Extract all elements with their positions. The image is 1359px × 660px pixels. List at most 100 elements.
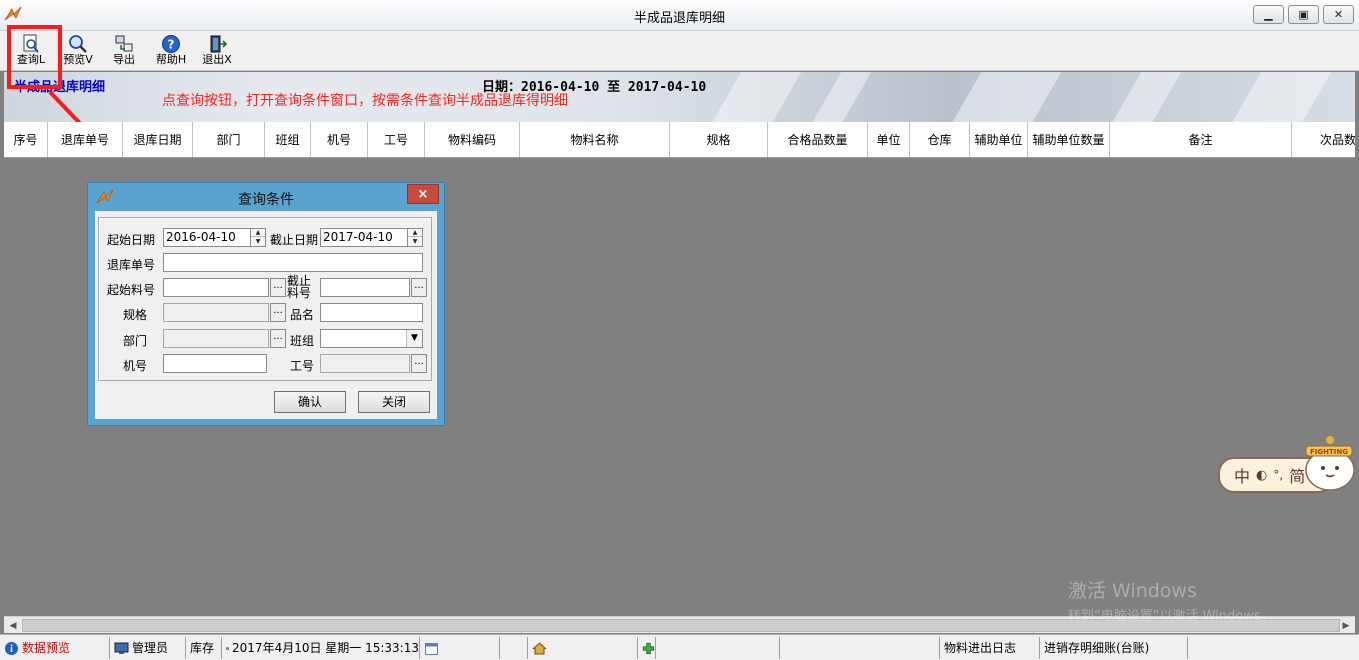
spin-down-icon[interactable]: ▼: [251, 238, 265, 246]
start-date-input[interactable]: 2016-04-10: [163, 228, 251, 247]
end-material-browse-button[interactable]: ...: [411, 278, 427, 297]
department-input[interactable]: [163, 329, 269, 348]
team-label: 班组: [290, 334, 315, 348]
product-name-label: 品名: [290, 308, 315, 322]
employee-no-label: 工号: [290, 359, 315, 373]
window-titlebar: 半成品退库明细 ▁ ▣ ✕: [0, 0, 1359, 31]
column-header[interactable]: 合格品数量: [768, 122, 868, 157]
column-header[interactable]: 退库日期: [123, 122, 193, 157]
column-header[interactable]: 备注: [1110, 122, 1292, 157]
annotation-text: 点查询按钮，打开查询条件窗口，按需条件查询半成品退库得明细: [162, 93, 568, 109]
log-label: 物料进出日志: [944, 641, 1017, 655]
clock-icon: [226, 646, 229, 650]
status-empty-segment: [500, 637, 528, 659]
preview-button[interactable]: 预览V: [57, 33, 99, 69]
column-header[interactable]: 次品数: [1292, 122, 1355, 157]
spec-label: 规格: [123, 308, 148, 322]
punctuation-icon[interactable]: °,: [1273, 468, 1283, 482]
status-home[interactable]: [528, 637, 638, 659]
computer-icon: [114, 642, 129, 654]
column-header[interactable]: 仓库: [910, 122, 970, 157]
spec-input[interactable]: [163, 303, 269, 322]
employee-no-browse-button[interactable]: ...: [411, 354, 427, 373]
highlight-box: [7, 25, 62, 89]
return-no-input[interactable]: [163, 253, 423, 272]
column-header[interactable]: 物料名称: [520, 122, 670, 157]
department-browse-button[interactable]: ...: [270, 329, 286, 348]
ime-mode-label[interactable]: 中: [1234, 463, 1250, 487]
column-header[interactable]: 部门: [193, 122, 265, 157]
minimize-icon: ▁: [1264, 8, 1273, 21]
maximize-button[interactable]: ▣: [1288, 5, 1319, 24]
dialog-close-button[interactable]: ×: [407, 184, 439, 204]
end-material-input[interactable]: [320, 278, 410, 297]
window-title: 半成品退库明细: [633, 11, 725, 26]
query-dialog: 查询条件 × 起始日期 2016-04-10 ▲ ▼ 截止日期 2017-04-…: [87, 182, 445, 426]
exit-button[interactable]: 退出X: [196, 33, 238, 69]
scroll-left-icon[interactable]: ◀: [5, 618, 21, 633]
toolbar: 查询L 预览V 导出 ? 帮助H 退出X: [0, 31, 1359, 71]
column-header[interactable]: 工号: [368, 122, 425, 157]
ime-mascot-icon: FIGHTING: [1305, 436, 1355, 491]
activation-watermark: 激活 Windows 转到“电脑设置”以激活 Windows。: [1068, 576, 1274, 624]
confirm-button[interactable]: 确认: [274, 391, 346, 413]
status-user: 管理员: [110, 637, 186, 659]
spec-browse-button[interactable]: ...: [270, 303, 286, 322]
export-button[interactable]: 导出: [103, 33, 145, 69]
user-label: 管理员: [132, 641, 169, 655]
column-header[interactable]: 辅助单位数量: [1028, 122, 1110, 157]
column-header[interactable]: 序号: [4, 122, 48, 157]
watermark-line2: 转到“电脑设置”以激活 Windows。: [1068, 609, 1274, 624]
close-button[interactable]: 关闭: [358, 391, 430, 413]
exit-door-icon: [210, 35, 227, 53]
spin-up-icon[interactable]: ▲: [251, 229, 265, 237]
column-header[interactable]: 单位: [868, 122, 910, 157]
ledger-label: 进销存明细账(台账): [1044, 641, 1150, 655]
return-no-label: 退库单号: [107, 258, 156, 272]
status-log[interactable]: 物料进出日志: [940, 637, 1040, 659]
plus-icon: [642, 642, 655, 654]
help-button[interactable]: ? 帮助H: [150, 33, 192, 69]
column-header[interactable]: 规格: [670, 122, 768, 157]
end-date-spinner[interactable]: ▲ ▼: [407, 228, 423, 247]
status-empty-segment: [656, 637, 780, 659]
column-header[interactable]: 退库单号: [48, 122, 123, 157]
status-add[interactable]: [638, 637, 656, 659]
status-calendar[interactable]: [420, 637, 500, 659]
status-ledger[interactable]: 进销存明细账(台账): [1040, 637, 1188, 659]
watermark-line1: 激活 Windows: [1068, 580, 1197, 602]
status-datetime: 2017年4月10日 星期一 15:33:13: [222, 637, 420, 659]
column-header[interactable]: 机号: [311, 122, 368, 157]
close-icon: ×: [417, 186, 429, 202]
data-preview-label: 数据预览: [22, 641, 71, 655]
product-name-input[interactable]: [320, 303, 423, 322]
department-label: 部门: [123, 334, 148, 348]
status-data-preview[interactable]: 数据预览: [0, 637, 110, 659]
export-label: 导出: [113, 53, 135, 66]
dialog-title: 查询条件: [238, 192, 294, 208]
chevron-down-icon[interactable]: ▼: [406, 330, 422, 347]
moon-icon[interactable]: ◐: [1256, 468, 1267, 483]
dialog-titlebar[interactable]: 查询条件 ×: [88, 183, 444, 211]
start-material-input[interactable]: [163, 278, 269, 297]
machine-no-input[interactable]: [163, 354, 267, 373]
close-window-button[interactable]: ✕: [1323, 5, 1354, 24]
magnifier-icon: [69, 35, 87, 53]
minimize-button[interactable]: ▁: [1253, 5, 1284, 24]
employee-no-input[interactable]: [320, 354, 410, 373]
spin-down-icon[interactable]: ▼: [408, 238, 422, 246]
scroll-right-icon[interactable]: ▶: [1338, 618, 1354, 633]
column-header[interactable]: 辅助单位: [970, 122, 1028, 157]
restore-icon: ▣: [1298, 8, 1309, 21]
start-date-spinner[interactable]: ▲ ▼: [250, 228, 266, 247]
end-date-input[interactable]: 2017-04-10: [320, 228, 408, 247]
end-material-label-line2: 料号: [287, 286, 312, 300]
ime-sticker-text: FIGHTING: [1310, 448, 1348, 456]
end-material-label: 截止 料号: [287, 275, 311, 299]
spin-up-icon[interactable]: ▲: [408, 229, 422, 237]
status-bar: 数据预览 管理员 库存 2017年4月10日 星期一 15:33:13 物料进出…: [0, 634, 1359, 660]
column-header[interactable]: 班组: [265, 122, 311, 157]
start-material-browse-button[interactable]: ...: [270, 278, 286, 297]
column-header[interactable]: 物料编码: [425, 122, 520, 157]
home-icon: [532, 641, 547, 654]
